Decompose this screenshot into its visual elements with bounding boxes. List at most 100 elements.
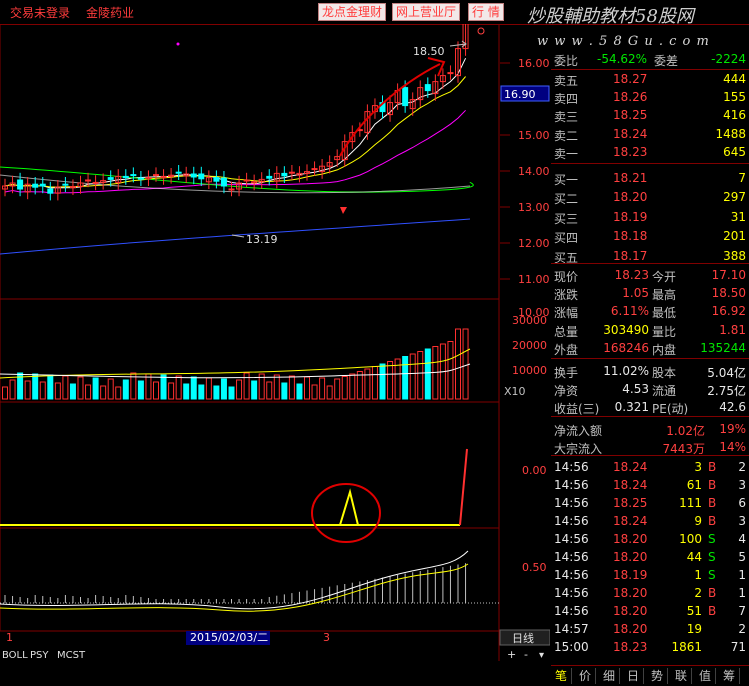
volume-bar xyxy=(62,375,69,400)
indicator-tab-psy[interactable]: PSY xyxy=(30,650,49,661)
tick-count: 71 xyxy=(730,640,746,654)
high-label: 18.50 xyxy=(413,45,445,58)
bid-row[interactable]: 买四 18.18 201 xyxy=(551,228,749,245)
candle-body xyxy=(266,175,273,179)
tick-side: S xyxy=(708,532,716,546)
tick-price: 18.25 xyxy=(613,496,648,510)
bottom-tab[interactable]: 值 xyxy=(695,668,716,684)
bottom-tab[interactable]: 日 xyxy=(623,668,644,684)
tick-side: B xyxy=(708,514,717,528)
quote-value: 17.10 xyxy=(711,268,746,282)
tick-row[interactable]: 15:00 18.23 1861 71 xyxy=(551,639,749,656)
bid-row[interactable]: 买三 18.19 31 xyxy=(551,209,749,226)
tick-time: 14:56 xyxy=(554,514,589,528)
tick-volume: 111 xyxy=(679,496,702,510)
bid-row[interactable]: 买二 18.20 297 xyxy=(551,189,749,206)
ask-row[interactable]: 卖一 18.23 645 xyxy=(551,144,749,161)
candle-body xyxy=(424,84,431,92)
quote-label: 涨跌 xyxy=(554,288,579,303)
tick-side: B xyxy=(708,478,717,492)
bottom-tab[interactable]: 联 xyxy=(671,668,692,684)
tick-row[interactable]: 14:56 18.20 100 S 4 xyxy=(551,531,749,548)
longdianjin-button[interactable]: 龙点金理财 xyxy=(318,3,387,21)
volume-bar xyxy=(85,384,92,400)
tick-row[interactable]: 14:56 18.20 2 B 1 xyxy=(551,585,749,602)
tick-volume: 1861 xyxy=(671,640,702,654)
period-button[interactable]: 日线 xyxy=(512,631,534,645)
chart-settings-icon[interactable] xyxy=(477,27,485,35)
tick-side: B xyxy=(708,586,717,600)
ma-line xyxy=(4,57,467,189)
candle-body xyxy=(92,181,99,184)
volume-bar xyxy=(115,386,122,400)
bid-label: 买二 xyxy=(554,192,579,207)
volume-bar xyxy=(273,374,280,400)
volume-bar xyxy=(9,379,16,400)
tick-count: 6 xyxy=(738,496,746,510)
tick-price: 18.20 xyxy=(613,586,648,600)
candle-body xyxy=(447,72,454,75)
ask-label: 卖四 xyxy=(554,92,579,107)
tick-time: 14:56 xyxy=(554,496,589,510)
quote-label: 内盘 xyxy=(652,342,677,357)
volume-bar xyxy=(462,328,469,400)
indicator-tab-boll[interactable]: BOLL xyxy=(2,650,28,661)
time-label-selected: 2015/02/03/二 xyxy=(190,631,268,644)
tick-count: 4 xyxy=(738,532,746,546)
tick-row[interactable]: 14:56 18.20 44 S 5 xyxy=(551,549,749,566)
tick-price: 18.24 xyxy=(613,514,648,528)
online-hall-button[interactable]: 网上营业厅 xyxy=(392,3,461,21)
flow-value: 1.02亿 xyxy=(666,424,705,438)
ask-row[interactable]: 卖五 18.27 444 xyxy=(551,71,749,88)
volume-bar xyxy=(24,380,31,400)
tick-row[interactable]: 14:56 18.19 1 S 1 xyxy=(551,567,749,584)
annotation-circle xyxy=(311,483,381,543)
volume-bar xyxy=(319,377,326,400)
tick-row[interactable]: 14:56 18.24 9 B 3 xyxy=(551,513,749,530)
candle-body xyxy=(85,179,92,182)
time-label: 3 xyxy=(323,631,330,644)
login-status[interactable]: 交易未登录 xyxy=(10,4,70,21)
volume-bar xyxy=(251,380,258,400)
tick-row[interactable]: 14:57 18.20 19 2 xyxy=(551,621,749,638)
volume-bar xyxy=(236,379,243,400)
bottom-tab[interactable]: 势 xyxy=(647,668,668,684)
bid-row[interactable]: 买一 18.21 7 xyxy=(551,170,749,187)
quote-value: 168246 xyxy=(603,340,649,355)
tick-count: 2 xyxy=(738,460,746,474)
bid-volume: 7 xyxy=(738,171,746,185)
tick-row[interactable]: 14:56 18.24 61 B 3 xyxy=(551,477,749,494)
price-tick: 11.00 xyxy=(518,273,550,286)
quote-panel: 委比 -54.62% 委差 -2224 卖五 18.27 444 卖四 18.26 155… xyxy=(551,24,749,665)
bottom-tab[interactable]: 筹 xyxy=(719,668,740,684)
bottom-tab[interactable]: 细 xyxy=(599,668,620,684)
bottom-tab[interactable]: 笔 xyxy=(551,668,572,684)
ask-volume: 155 xyxy=(723,90,746,105)
quote-value: 1.81 xyxy=(719,322,746,337)
indicator-tab-mcst[interactable]: MCST xyxy=(57,650,85,661)
chart-pane-frame xyxy=(0,401,500,529)
candle-body xyxy=(243,179,250,182)
ask-row[interactable]: 卖三 18.25 416 xyxy=(551,107,749,124)
volume-bar xyxy=(92,377,99,400)
time-axis: 1 2015/02/03/二 3 xyxy=(6,631,330,645)
quote-value: 16.92 xyxy=(711,304,746,319)
candle-body xyxy=(32,183,39,188)
tick-price: 18.20 xyxy=(613,550,648,564)
market-button[interactable]: 行 情 xyxy=(468,3,504,21)
ask-row[interactable]: 卖四 18.26 155 xyxy=(551,89,749,106)
tick-row[interactable]: 14:56 18.24 3 B 2 xyxy=(551,459,749,476)
volume-tick: 30000 xyxy=(512,314,547,327)
tick-row[interactable]: 14:56 18.20 51 B 7 xyxy=(551,603,749,620)
volume-bar xyxy=(77,376,84,400)
tick-row[interactable]: 14:56 18.25 111 B 6 xyxy=(551,495,749,512)
kline-chart[interactable]: 18.50 13.19 16.90 16.00 15.00 14.00 13.0… xyxy=(0,24,550,661)
candle-body xyxy=(122,175,129,179)
ask-row[interactable]: 卖二 18.24 1488 xyxy=(551,126,749,143)
chart-pane-frame xyxy=(0,24,500,300)
ask-label: 卖三 xyxy=(554,110,579,125)
volume-bar xyxy=(387,361,394,400)
bottom-tab[interactable]: 价 xyxy=(575,668,596,684)
volume-bar xyxy=(145,373,152,400)
tick-count: 1 xyxy=(738,568,746,582)
